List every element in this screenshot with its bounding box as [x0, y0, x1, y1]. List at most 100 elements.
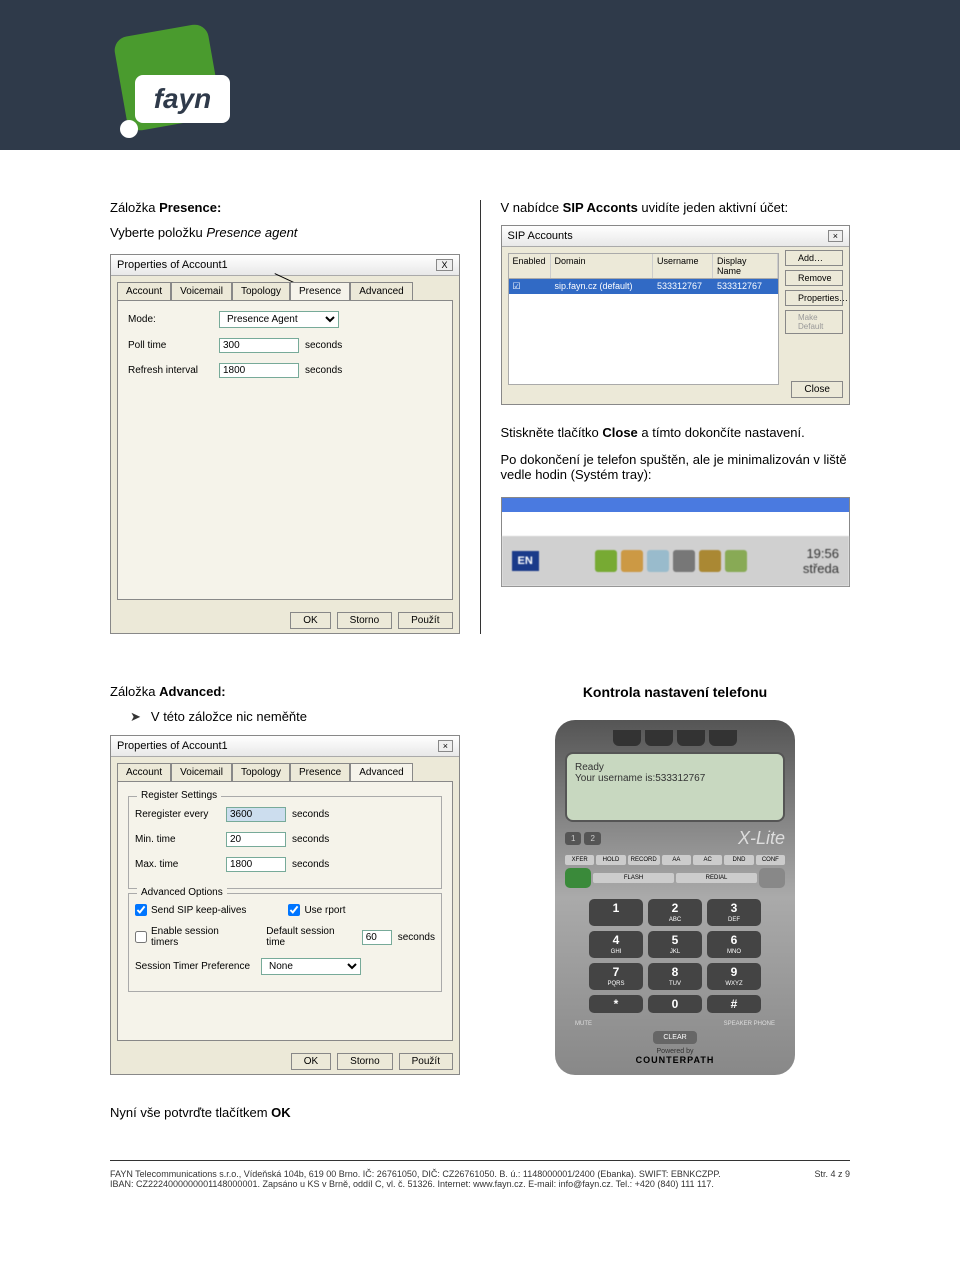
sip-side-buttons: Add… Remove Properties… Make Default — [785, 250, 843, 334]
tab-voicemail[interactable]: Voicemail — [171, 763, 232, 781]
footer-line-1: FAYN Telecommunications s.r.o., Vídeňská… — [110, 1169, 721, 1179]
sip-row[interactable]: ☑ sip.fayn.cz (default) 533312767 533312… — [509, 279, 779, 294]
line-2-tab[interactable]: 2 — [584, 832, 600, 845]
speaker-button[interactable]: SPEAKER PHONE — [724, 1021, 775, 1027]
sip-table: Enabled Domain Username Display Name ☑ s… — [508, 253, 780, 385]
defsess-input[interactable] — [362, 930, 392, 945]
keepalive-checkbox[interactable]: Send SIP keep-alives — [135, 904, 246, 916]
tray-icon[interactable] — [699, 550, 721, 572]
hold-button[interactable]: HOLD — [596, 855, 625, 865]
rport-checkbox[interactable]: Use rport — [288, 904, 345, 916]
ac-button[interactable]: AC — [693, 855, 722, 865]
tab-voicemail[interactable]: Voicemail — [171, 282, 232, 300]
close-button[interactable]: Close — [791, 381, 843, 398]
cell-display: 533312767 — [713, 279, 778, 294]
dialog-buttons: OK Storno Použít — [111, 606, 459, 635]
clear-button[interactable]: CLEAR — [653, 1031, 696, 1044]
dialog-titlebar: Properties of Account1 × — [111, 736, 459, 757]
col-enabled: Enabled — [509, 254, 551, 278]
tab-topology[interactable]: Topology — [232, 763, 290, 781]
tray-instruction: Po dokončení je telefon spuštěn, ale je … — [501, 452, 851, 482]
mode-select[interactable]: Presence Agent — [219, 311, 339, 328]
conf-button[interactable]: CONF — [756, 855, 785, 865]
rereg-input[interactable] — [226, 807, 286, 822]
mute-button[interactable]: MUTE — [575, 1021, 592, 1027]
rereg-label: Reregister every — [135, 809, 220, 820]
dnd-button[interactable]: DND — [724, 855, 753, 865]
top-button[interactable] — [709, 730, 737, 746]
col-display: Display Name — [713, 254, 778, 278]
default-button[interactable]: Make Default — [785, 310, 843, 334]
pref-select[interactable]: None — [261, 958, 361, 975]
language-indicator[interactable]: EN — [512, 551, 539, 571]
flash-button[interactable]: FLASH — [593, 873, 674, 883]
dialog-title: Properties of Account1 — [117, 740, 228, 752]
tab-presence[interactable]: Presence — [290, 282, 350, 300]
tray-icon[interactable] — [673, 550, 695, 572]
tab-presence[interactable]: Presence — [290, 763, 350, 781]
tray-time: 19:56 — [803, 546, 839, 561]
tab-account[interactable]: Account — [117, 282, 171, 300]
properties-button[interactable]: Properties… — [785, 290, 843, 306]
key-9[interactable]: 9WXYZ — [707, 963, 761, 990]
hangup-button[interactable] — [759, 868, 785, 888]
fieldset-legend: Register Settings — [137, 790, 221, 801]
key-5[interactable]: 5JKL — [648, 931, 702, 958]
pouzit-button[interactable]: Použít — [398, 612, 452, 629]
cell-domain: sip.fayn.cz (default) — [551, 279, 654, 294]
ok-button[interactable]: OK — [291, 1053, 331, 1070]
call-button[interactable] — [565, 868, 591, 888]
page-header: fayn — [0, 0, 960, 150]
close-icon[interactable]: × — [828, 230, 843, 242]
storno-button[interactable]: Storno — [337, 612, 392, 629]
key-0[interactable]: 0 — [648, 995, 702, 1013]
key-6[interactable]: 6MNO — [707, 931, 761, 958]
pouzit-button[interactable]: Použít — [399, 1053, 453, 1070]
dialog-title: Properties of Account1 — [117, 259, 228, 271]
close-icon[interactable]: X — [436, 259, 452, 271]
key-1[interactable]: 1 — [589, 899, 643, 926]
advanced-heading: Záložka Advanced: — [110, 684, 460, 699]
aa-button[interactable]: AA — [662, 855, 691, 865]
refresh-input[interactable] — [219, 363, 299, 378]
top-button[interactable] — [613, 730, 641, 746]
top-button[interactable] — [645, 730, 673, 746]
pref-label: Session Timer Preference — [135, 961, 255, 972]
presence-icon[interactable] — [595, 550, 617, 572]
redial-button[interactable]: REDIAL — [676, 873, 757, 883]
poll-input[interactable] — [219, 338, 299, 353]
tray-icons — [595, 550, 747, 572]
xfer-button[interactable]: XFER — [565, 855, 594, 865]
min-input[interactable] — [226, 832, 286, 847]
max-input[interactable] — [226, 857, 286, 872]
tab-account[interactable]: Account — [117, 763, 171, 781]
line-1-tab[interactable]: 1 — [565, 832, 581, 845]
key-7[interactable]: 7PQRS — [589, 963, 643, 990]
key-3[interactable]: 3DEF — [707, 899, 761, 926]
tab-topology[interactable]: Topology — [232, 282, 290, 300]
session-timers-checkbox[interactable]: Enable session timers — [135, 926, 248, 948]
close-icon[interactable]: × — [438, 740, 453, 752]
key-star[interactable]: * — [589, 995, 643, 1013]
key-8[interactable]: 8TUV — [648, 963, 702, 990]
key-hash[interactable]: # — [707, 995, 761, 1013]
add-button[interactable]: Add… — [785, 250, 843, 266]
min-label: Min. time — [135, 834, 220, 845]
top-button[interactable] — [677, 730, 705, 746]
storno-button[interactable]: Storno — [337, 1053, 392, 1070]
xlite-logo: X-Lite — [738, 828, 785, 849]
tab-advanced[interactable]: Advanced — [350, 763, 412, 781]
tray-icon[interactable] — [725, 550, 747, 572]
tray-icon[interactable] — [621, 550, 643, 572]
key-4[interactable]: 4GHI — [589, 931, 643, 958]
ok-button[interactable]: OK — [290, 612, 330, 629]
record-button[interactable]: RECORD — [628, 855, 660, 865]
tray-icon[interactable] — [647, 550, 669, 572]
register-settings-fieldset: Register Settings Reregister everysecond… — [128, 796, 442, 889]
tab-advanced[interactable]: Advanced — [350, 282, 412, 300]
advanced-options-fieldset: Advanced Options Send SIP keep-alives Us… — [128, 893, 442, 992]
key-2[interactable]: 2ABC — [648, 899, 702, 926]
seconds-unit: seconds — [305, 340, 342, 351]
remove-button[interactable]: Remove — [785, 270, 843, 286]
sip-title: SIP Accounts — [508, 230, 573, 242]
